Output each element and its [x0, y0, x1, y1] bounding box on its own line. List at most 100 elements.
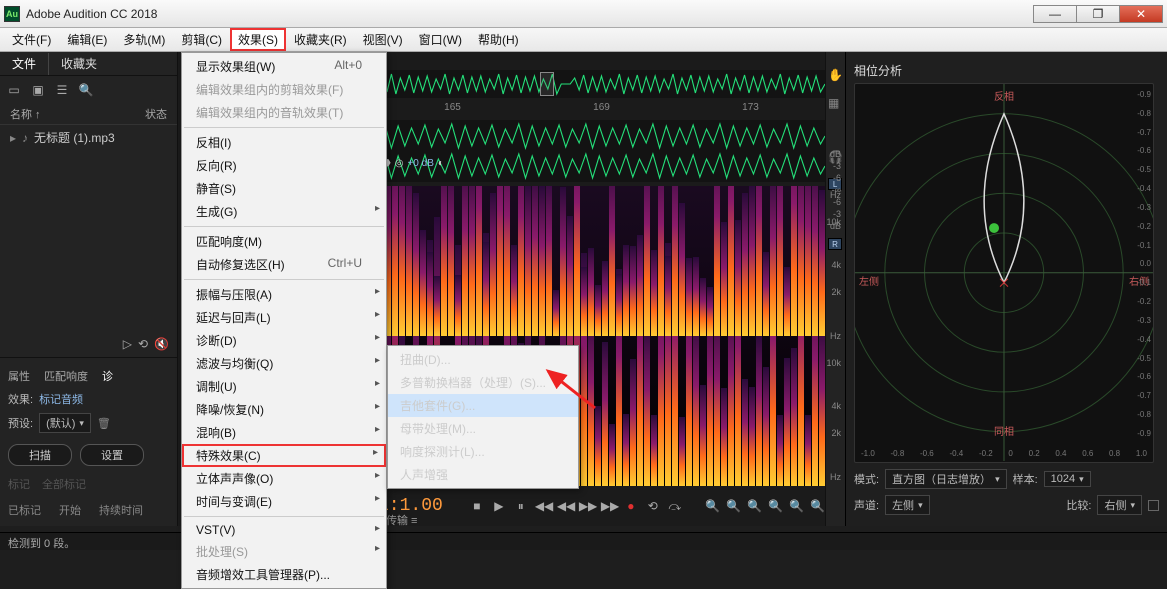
menu-item[interactable]: 延迟与回声(L) — [182, 306, 386, 329]
pan-icon[interactable]: ◐ — [438, 158, 444, 169]
menu-multitrack[interactable]: 多轨(M) — [115, 28, 173, 51]
zoom-full-icon[interactable]: 🔍 — [747, 499, 762, 513]
menu-item[interactable]: 调制(U) — [182, 375, 386, 398]
rewind-button[interactable]: ◀◀ — [557, 499, 573, 514]
transport-panel-label[interactable]: 传输 ≡ — [386, 512, 417, 528]
file-row[interactable]: ▸ ♪ 无标题 (1).mp3 — [0, 125, 177, 150]
forward-button[interactable]: ▶▶ — [579, 499, 595, 514]
menu-edit[interactable]: 编辑(E) — [59, 28, 115, 51]
record-icon[interactable]: ▣ — [30, 82, 46, 98]
window-minimize-button[interactable]: — — [1033, 5, 1077, 23]
menu-view[interactable]: 视图(V) — [355, 28, 411, 51]
zoom-v-icon[interactable]: 🔍 — [789, 499, 804, 513]
status-bar: 检测到 0 段。 — [0, 532, 1167, 550]
open-file-icon[interactable]: ▭ — [6, 82, 22, 98]
hand-icon[interactable]: ✋ — [828, 68, 843, 82]
tab-files[interactable]: 文件 — [0, 52, 48, 75]
window-maximize-button[interactable]: ❐ — [1076, 5, 1120, 23]
phase-y-ticks: -0.9-0.8-0.7-0.6-0.5-0.4-0.3-0.2-0.10.0-… — [1129, 90, 1151, 438]
compare-select[interactable]: 右侧▾ — [1097, 495, 1142, 515]
menu-item[interactable]: 生成(G) — [182, 200, 386, 223]
submenu-item[interactable]: 母带处理(M)... — [388, 417, 578, 440]
menu-help[interactable]: 帮助(H) — [470, 28, 527, 51]
zoom-reset-icon[interactable]: 🔍 — [810, 499, 825, 513]
menu-item[interactable]: 音频增效工具管理器(P)... — [182, 563, 386, 586]
list-icon[interactable]: ☰ — [54, 82, 70, 98]
menu-file[interactable]: 文件(F) — [4, 28, 59, 51]
mute-icon[interactable]: 🔇 — [154, 337, 169, 353]
col-name[interactable]: 名称 ↑ — [10, 106, 41, 122]
record-button[interactable]: ● — [623, 499, 639, 514]
stop-button[interactable]: ■ — [469, 499, 485, 514]
loop-button[interactable]: ⟲ — [645, 499, 661, 514]
menu-window[interactable]: 窗口(W) — [411, 28, 470, 51]
menu-item[interactable]: 滤波与均衡(Q) — [182, 352, 386, 375]
delete-icon[interactable]: 🗑 — [97, 417, 111, 430]
menu-item: 编辑效果组内的剪辑效果(F) — [182, 78, 386, 101]
menu-item[interactable]: 振幅与压限(A) — [182, 283, 386, 306]
channel-select[interactable]: 左侧▾ — [885, 495, 930, 515]
tool-icon[interactable]: ▦ — [828, 96, 843, 110]
phase-plot[interactable]: 反相 同相 左侧 右侧 -0.9-0.8-0.7-0.6-0.5-0.4-0.3… — [854, 83, 1154, 463]
loop-icon[interactable]: ⟲ — [138, 337, 148, 353]
menu-effects[interactable]: 效果(S) — [230, 28, 286, 51]
play-icon[interactable]: ▷ — [123, 337, 132, 353]
sample-select[interactable]: 1024▾ — [1044, 471, 1091, 487]
menu-item[interactable]: 静音(S) — [182, 177, 386, 200]
preset-select[interactable]: (默认)▾ — [39, 413, 91, 433]
menu-favorites[interactable]: 收藏夹(R) — [286, 28, 355, 51]
menu-item[interactable]: 时间与变调(E) — [182, 490, 386, 513]
search-icon[interactable]: 🔍 — [78, 82, 94, 98]
skip-back-button[interactable]: ◀◀ — [535, 499, 551, 514]
timeline-ruler[interactable]: 165 169 173 — [378, 102, 825, 116]
menu-item[interactable]: 立体声声像(O) — [182, 467, 386, 490]
menu-item[interactable]: 反相(I) — [182, 131, 386, 154]
menu-item[interactable]: 自动修复选区(H)Ctrl+U — [182, 253, 386, 276]
tab-diagnostics[interactable]: 诊 — [102, 368, 113, 384]
zoom-sel-icon[interactable]: 🔍 — [768, 499, 783, 513]
tab-match-loudness[interactable]: 匹配响度 — [44, 368, 88, 384]
gain-value[interactable]: +0 dB — [407, 158, 433, 169]
tab-properties[interactable]: 属性 — [8, 368, 30, 384]
file-name: 无标题 (1).mp3 — [34, 129, 115, 146]
settings-button[interactable]: 设置 — [80, 444, 144, 466]
skip-sel-button[interactable]: ⤼ — [667, 499, 683, 514]
col-duration: 持续时间 — [99, 502, 143, 518]
skip-forward-button[interactable]: ▶▶ — [601, 499, 617, 514]
menu-item[interactable]: VST(V) — [182, 520, 386, 540]
menu-item[interactable]: 混响(B) — [182, 421, 386, 444]
phase-title: 相位分析 — [854, 58, 1159, 83]
scan-button[interactable]: 扫描 — [8, 444, 72, 466]
zoom-out-icon[interactable]: 🔍 — [726, 499, 741, 513]
menu-item[interactable]: 反向(R) — [182, 154, 386, 177]
submenu-item[interactable]: 人声增强 — [388, 463, 578, 486]
target-icon[interactable]: ◎ — [395, 158, 404, 169]
window-close-button[interactable]: ✕ — [1119, 5, 1163, 23]
col-status[interactable]: 状态 — [145, 106, 167, 122]
left-panel: 文件 收藏夹 ▭ ▣ ☰ 🔍 名称 ↑ 状态 ▸ ♪ 无标题 (1).mp3 ▷… — [0, 52, 178, 526]
submenu-item[interactable]: 响度探测计(L)... — [388, 440, 578, 463]
menu-item[interactable]: 诊断(D) — [182, 329, 386, 352]
app-icon: Au — [4, 6, 20, 22]
pause-button[interactable]: ⏸ — [513, 499, 529, 514]
waveform-display[interactable]: ⬣ ◎ +0 dB ◐ — [378, 120, 825, 182]
effect-value[interactable]: 标记音频 — [39, 391, 83, 407]
frequency-scale: Hz10k4k2kHz10k4k2kHz — [811, 190, 841, 482]
waveform-icon: ♪ — [22, 131, 28, 145]
menu-item: 批处理(S) — [182, 540, 386, 563]
col-start: 开始 — [59, 502, 81, 518]
overview-viewport[interactable] — [540, 72, 554, 96]
menu-clip[interactable]: 剪辑(C) — [173, 28, 230, 51]
effect-label: 效果: — [8, 391, 33, 407]
menu-item[interactable]: 匹配响度(M) — [182, 230, 386, 253]
tab-favorites[interactable]: 收藏夹 — [49, 52, 109, 75]
preset-label: 预设: — [8, 415, 33, 431]
menu-item[interactable]: 特殊效果(C) — [182, 444, 386, 467]
menu-item[interactable]: 显示效果组(W)Alt+0 — [182, 55, 386, 78]
menu-item[interactable]: 降噪/恢复(N) — [182, 398, 386, 421]
overview-waveform[interactable] — [378, 70, 825, 98]
checkbox[interactable] — [1148, 500, 1159, 511]
mode-select[interactable]: 直方图（日志增放）▾ — [885, 469, 1007, 489]
play-button[interactable]: ▶ — [491, 499, 507, 514]
zoom-in-icon[interactable]: 🔍 — [705, 499, 720, 513]
